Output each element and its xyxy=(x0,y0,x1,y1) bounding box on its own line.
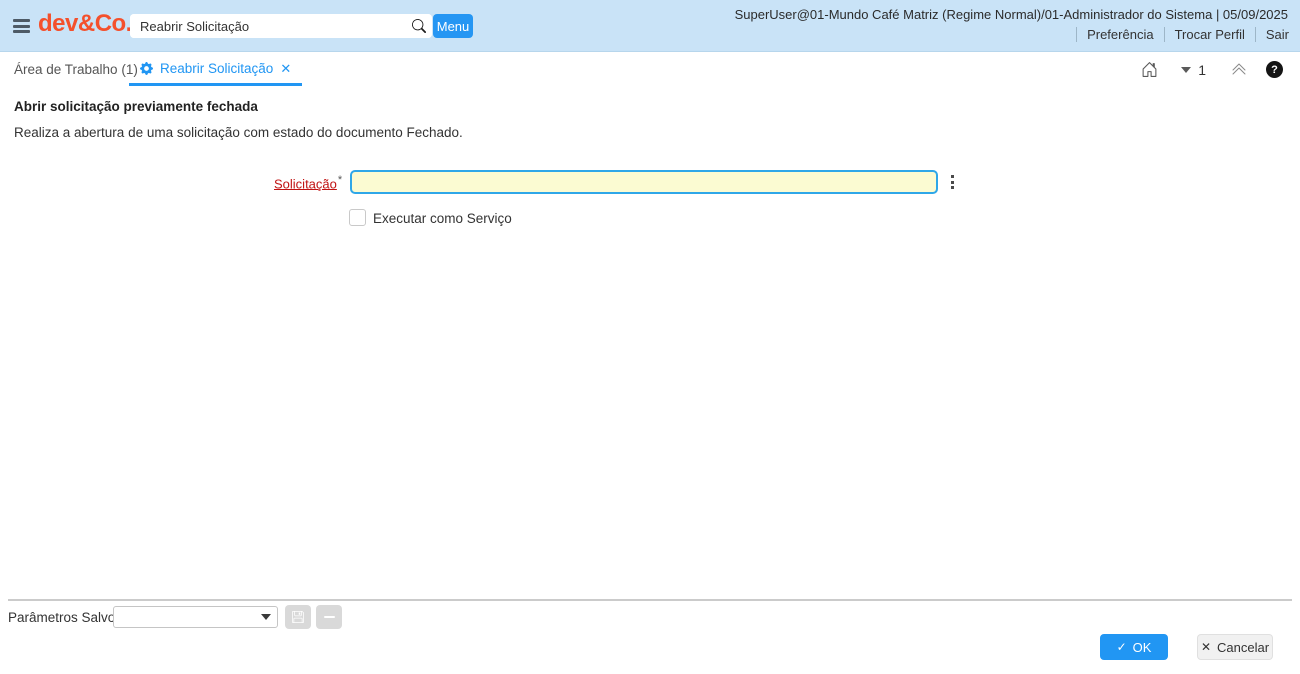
ok-button-label: OK xyxy=(1132,639,1152,655)
search-button[interactable] xyxy=(406,14,432,38)
delete-parameters-button[interactable] xyxy=(316,605,342,629)
tab-active-label: Reabrir Solicitação xyxy=(160,60,274,76)
minus-icon xyxy=(323,615,335,619)
menu-button[interactable]: Menu xyxy=(433,14,473,38)
hamburger-menu-icon[interactable] xyxy=(13,19,30,33)
save-parameters-button[interactable] xyxy=(285,605,311,629)
preference-link[interactable]: Preferência xyxy=(1076,27,1163,42)
user-context-info: SuperUser@01-Mundo Café Matriz (Regime N… xyxy=(734,7,1288,22)
header-links: Preferência Trocar Perfil Sair xyxy=(1076,27,1292,42)
app-logo[interactable]: dev&Co. xyxy=(38,10,132,38)
open-windows-selector[interactable]: 1 xyxy=(1181,62,1206,78)
save-icon xyxy=(292,611,304,623)
search-icon xyxy=(412,19,426,33)
ok-button[interactable]: ✓ OK xyxy=(1100,634,1168,660)
kebab-menu-icon[interactable] xyxy=(951,175,955,189)
caret-down-icon xyxy=(1181,66,1192,73)
required-marker: * xyxy=(337,174,343,186)
saved-parameters-combobox[interactable] xyxy=(113,606,278,628)
global-search-group xyxy=(130,14,432,38)
x-icon: ✕ xyxy=(1200,640,1212,654)
home-icon[interactable] xyxy=(1141,61,1159,79)
tab-workspace-label: Área de Trabalho (1) xyxy=(14,62,138,77)
run-as-service-label: Executar como Serviço xyxy=(373,211,512,226)
tab-workspace[interactable]: Área de Trabalho (1) xyxy=(14,53,138,86)
search-input[interactable] xyxy=(130,14,406,38)
tab-close-icon[interactable]: ✕ xyxy=(280,62,291,75)
change-role-link[interactable]: Trocar Perfil xyxy=(1163,27,1255,42)
solicitacao-label[interactable]: Solicitação* xyxy=(274,174,342,191)
combo-caret-icon xyxy=(261,614,271,620)
top-header-bar: dev&Co. Menu SuperUser@01-Mundo Café Mat… xyxy=(0,0,1300,52)
logout-link[interactable]: Sair xyxy=(1254,27,1292,42)
collapse-all-icon[interactable] xyxy=(1231,61,1248,78)
application-window: dev&Co. Menu SuperUser@01-Mundo Café Mat… xyxy=(0,0,1300,674)
cancel-button[interactable]: ✕ Cancelar xyxy=(1197,634,1273,660)
saved-parameters-dropdown-button[interactable] xyxy=(255,607,277,627)
saved-parameters-value xyxy=(114,607,255,627)
process-description: Realiza a abertura de uma solicitação co… xyxy=(14,125,463,140)
help-icon[interactable]: ? xyxy=(1266,61,1283,78)
open-windows-count: 1 xyxy=(1198,61,1206,78)
run-as-service-checkbox[interactable] xyxy=(349,209,366,226)
process-title: Abrir solicitação previamente fechada xyxy=(14,99,258,114)
tab-bar-actions: 1 ? xyxy=(1141,53,1283,86)
solicitacao-input[interactable] xyxy=(350,170,938,194)
saved-parameters-label: Parâmetros Salvos xyxy=(8,610,123,625)
footer-divider xyxy=(8,599,1292,601)
tab-bar: Área de Trabalho (1) Reabrir Solicitação… xyxy=(0,53,1300,86)
gear-icon xyxy=(140,61,153,75)
check-icon: ✓ xyxy=(1116,640,1127,654)
tab-reabrir-solicitacao[interactable]: Reabrir Solicitação ✕ xyxy=(129,53,303,86)
cancel-button-label: Cancelar xyxy=(1217,639,1270,655)
